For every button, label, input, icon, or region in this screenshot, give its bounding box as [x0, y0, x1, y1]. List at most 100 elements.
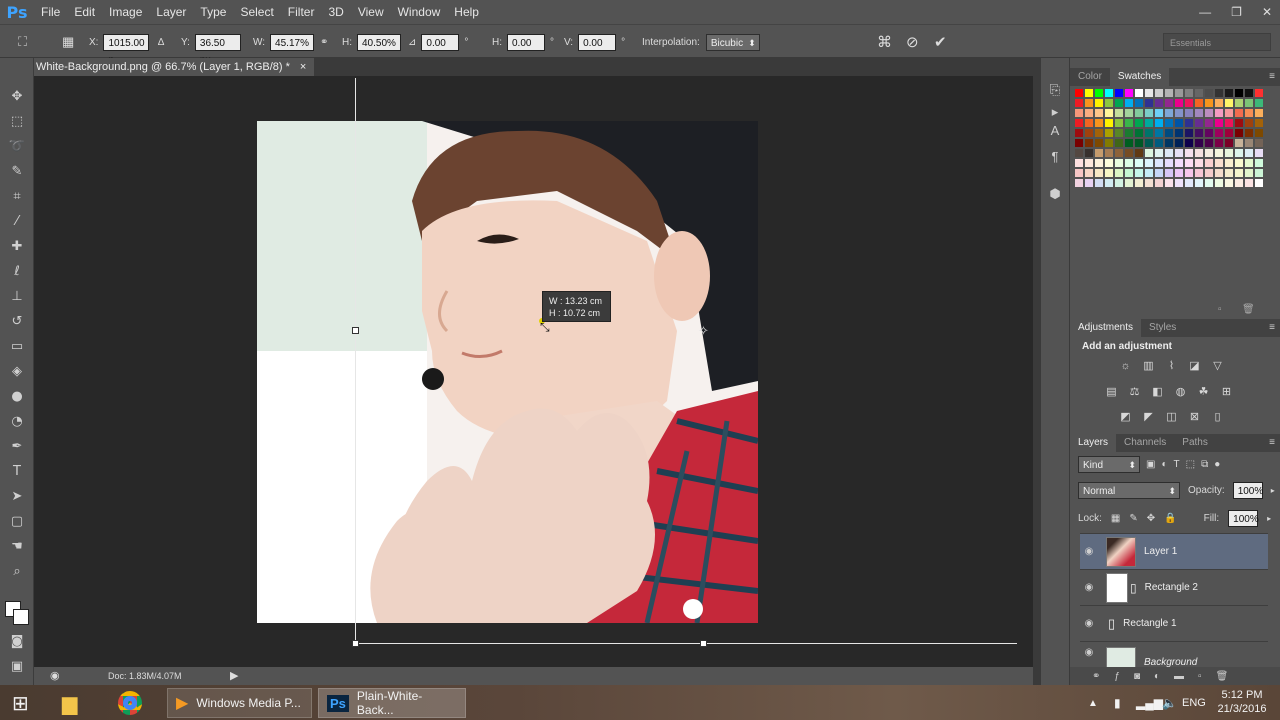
color-swatch[interactable] [1134, 88, 1144, 98]
color-swatch[interactable] [1244, 88, 1254, 98]
delete-layer-icon[interactable]: 🗑 [1216, 671, 1229, 682]
color-swatch[interactable] [1194, 108, 1204, 118]
color-swatch[interactable] [1174, 108, 1184, 118]
crop-tool-icon[interactable]: ⌗ [7, 186, 27, 206]
color-swatch[interactable] [1184, 108, 1194, 118]
quick-select-tool-icon[interactable]: ✎ [7, 161, 27, 181]
color-swatch[interactable] [1194, 178, 1204, 188]
reference-point-icon[interactable]: ▦ [62, 25, 74, 59]
color-swatch[interactable] [1104, 118, 1114, 128]
chrome-icon[interactable] [110, 688, 150, 718]
color-swatch[interactable] [1134, 178, 1144, 188]
color-swatch[interactable] [1204, 178, 1214, 188]
color-swatch[interactable] [1174, 148, 1184, 158]
color-swatch[interactable] [1244, 168, 1254, 178]
color-balance-icon[interactable]: ⚖ [1127, 384, 1142, 399]
visibility-eye-icon[interactable]: ◉ [1082, 618, 1096, 629]
color-swatch[interactable] [1114, 108, 1124, 118]
color-swatch[interactable] [1114, 98, 1124, 108]
brush-tool-icon[interactable]: ℓ [7, 261, 27, 281]
color-swatch[interactable] [1094, 178, 1104, 188]
color-swatch[interactable] [1094, 168, 1104, 178]
color-swatch[interactable] [1254, 138, 1264, 148]
color-swatch[interactable] [1214, 108, 1224, 118]
color-swatch[interactable] [1154, 158, 1164, 168]
color-swatch[interactable] [1184, 148, 1194, 158]
menu-file[interactable]: File [34, 0, 67, 24]
selective-color-icon[interactable]: ⊠ [1187, 409, 1202, 424]
color-swatch[interactable] [1234, 148, 1244, 158]
vibrance-icon[interactable]: ▽ [1210, 358, 1225, 373]
document-tab-close[interactable]: × [300, 58, 306, 76]
black-white-icon[interactable]: ◧ [1150, 384, 1165, 399]
layer-row-rectangle-2[interactable]: ◉ ▯ Rectangle 2 [1080, 569, 1268, 605]
lock-transparency-icon[interactable]: ▦ [1111, 513, 1120, 524]
color-swatch[interactable] [1134, 108, 1144, 118]
new-adjustment-layer-icon[interactable]: ◐ [1154, 671, 1160, 682]
color-swatch[interactable] [1084, 158, 1094, 168]
color-swatch[interactable] [1244, 118, 1254, 128]
opacity-input[interactable]: 100% [1232, 482, 1263, 499]
color-swatch[interactable] [1154, 138, 1164, 148]
color-swatch[interactable] [1074, 138, 1084, 148]
menu-edit[interactable]: Edit [67, 0, 102, 24]
hue-saturation-icon[interactable]: ▤ [1104, 384, 1119, 399]
color-swatch[interactable] [1144, 88, 1154, 98]
color-swatch[interactable] [1124, 178, 1134, 188]
color-swatch[interactable] [1074, 128, 1084, 138]
color-swatch[interactable] [1114, 118, 1124, 128]
color-swatch[interactable] [1124, 118, 1134, 128]
color-swatch[interactable] [1204, 148, 1214, 158]
background-color-swatch[interactable] [13, 609, 29, 625]
link-layers-icon[interactable]: ⚭ [1092, 671, 1100, 682]
lock-position-icon[interactable]: ✥ [1147, 513, 1155, 524]
color-swatch[interactable] [1094, 108, 1104, 118]
eraser-tool-icon[interactable]: ▭ [7, 336, 27, 356]
color-swatch[interactable] [1094, 98, 1104, 108]
color-swatch[interactable] [1084, 168, 1094, 178]
color-swatch[interactable] [1124, 138, 1134, 148]
color-swatch[interactable] [1104, 98, 1114, 108]
color-swatch[interactable] [1184, 168, 1194, 178]
color-swatch[interactable] [1194, 158, 1204, 168]
hskew-input[interactable]: 0.00 [507, 33, 545, 51]
width-input[interactable]: 45.17% [270, 33, 315, 51]
dodge-tool-icon[interactable]: ◔ [7, 411, 27, 431]
blend-mode-dropdown[interactable]: Normal [1078, 482, 1180, 500]
tab-paths[interactable]: Paths [1174, 434, 1216, 452]
color-swatch[interactable] [1154, 88, 1164, 98]
color-swatch[interactable] [1134, 148, 1144, 158]
color-swatch[interactable] [1164, 128, 1174, 138]
color-swatch[interactable] [1164, 158, 1174, 168]
color-swatch[interactable] [1094, 138, 1104, 148]
tab-swatches[interactable]: Swatches [1109, 68, 1170, 86]
color-swatch[interactable] [1224, 158, 1234, 168]
color-swatch[interactable] [1244, 158, 1254, 168]
height-input[interactable]: 40.50% [357, 33, 401, 51]
transform-handle-bottom-left[interactable] [352, 640, 359, 647]
color-swatch[interactable] [1164, 98, 1174, 108]
color-swatch[interactable] [1114, 148, 1124, 158]
new-layer-icon[interactable]: ▫ [1198, 671, 1202, 682]
color-swatch[interactable] [1254, 168, 1264, 178]
color-swatch[interactable] [1234, 108, 1244, 118]
history-brush-tool-icon[interactable]: ↺ [7, 311, 27, 331]
color-swatch[interactable] [1144, 118, 1154, 128]
interpolation-dropdown[interactable]: Bicubic [705, 33, 760, 52]
color-swatch[interactable] [1184, 178, 1194, 188]
color-swatch[interactable] [1104, 138, 1114, 148]
color-swatch[interactable] [1224, 168, 1234, 178]
color-swatch[interactable] [1174, 158, 1184, 168]
threshold-icon[interactable]: ◫ [1164, 409, 1179, 424]
add-mask-icon[interactable]: ◙ [1134, 671, 1140, 682]
zoom-tool-icon[interactable]: ⌕ [7, 561, 27, 581]
color-swatch[interactable] [1204, 108, 1214, 118]
blur-tool-icon[interactable]: ● [7, 386, 27, 406]
color-swatch[interactable] [1174, 98, 1184, 108]
paint-bucket-tool-icon[interactable]: ◈ [7, 361, 27, 381]
layer-row-layer-1[interactable]: ◉ Layer 1 [1080, 533, 1268, 569]
delta-icon[interactable]: ∆ [158, 25, 164, 59]
menu-filter[interactable]: Filter [281, 0, 322, 24]
invert-icon[interactable]: ◩ [1118, 409, 1133, 424]
fill-slider-arrow-icon[interactable]: ▸ [1267, 514, 1271, 523]
